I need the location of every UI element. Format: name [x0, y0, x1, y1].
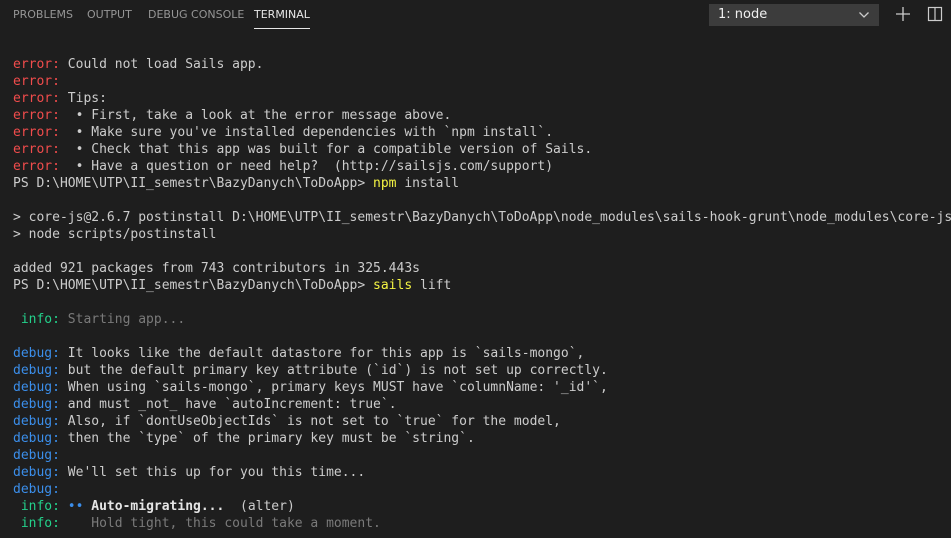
terminal-text: When using `sails-mongo`, primary keys M… [59, 380, 608, 395]
terminal-line: error: • Check that this app was built f… [0, 141, 951, 158]
terminal-text: It looks like the default datastore for … [59, 346, 585, 361]
terminal-error-text: error: [13, 74, 60, 89]
terminal-error-text: error: [13, 108, 60, 123]
terminal-text: lift [412, 278, 452, 293]
terminal-line: debug: [0, 481, 951, 498]
tab-debug-console[interactable]: DEBUG CONSOLE [148, 0, 244, 30]
terminal-select-dropdown[interactable]: 1: node [709, 4, 879, 26]
terminal-line: error: • Have a question or need help? (… [0, 158, 951, 175]
terminal-bold-text: Auto-migrating... [91, 499, 225, 514]
terminal-debug-text: debug: [13, 414, 60, 429]
terminal-error-text: error: [13, 57, 60, 72]
terminal-line: debug: but the default primary key attri… [0, 362, 951, 379]
terminal-line: added 921 packages from 743 contributors… [0, 260, 951, 277]
terminal-line: debug: and must _not_ have `autoIncremen… [0, 396, 951, 413]
terminal-debug-text: debug: [13, 346, 60, 361]
terminal-info-text: info: [13, 312, 60, 327]
tab-problems[interactable]: PROBLEMS [13, 0, 73, 30]
terminal-text: • First, take a look at the error messag… [59, 108, 452, 123]
terminal-info-text: info: [13, 499, 60, 514]
terminal-debug-text: debug: [13, 397, 60, 412]
terminal-text: then the `type` of the primary key must … [59, 431, 475, 446]
split-icon[interactable] [926, 5, 944, 23]
terminal-dim-text: Hold tight, this could take a moment. [59, 516, 381, 531]
terminal-text: PS D:\HOME\UTP\II_semestr\BazyDanych\ToD… [13, 278, 374, 293]
chevron-down-icon [859, 12, 869, 18]
terminal-panel: PROBLEMS OUTPUT DEBUG CONSOLE TERMINAL 1… [0, 0, 951, 538]
terminal-error-text: error: [13, 159, 60, 174]
terminal-line: debug: [0, 447, 951, 464]
terminal-line: debug: then the `type` of the primary ke… [0, 430, 951, 447]
terminal-line: debug: Also, if `dontUseObjectIds` is no… [0, 413, 951, 430]
terminal-error-text: error: [13, 142, 60, 157]
terminal-output[interactable]: error: Could not load Sails app. error: er… [0, 56, 951, 532]
terminal-debug-text: debug: [13, 363, 60, 378]
terminal-line: debug: It looks like the default datasto… [0, 345, 951, 362]
terminal-error-text: error: [13, 91, 60, 106]
panel-tab-bar: PROBLEMS OUTPUT DEBUG CONSOLE TERMINAL 1… [0, 0, 951, 30]
terminal-dim-text: Starting app... [59, 312, 186, 327]
terminal-text: > core-js@2.6.7 postinstall D:\HOME\UTP\… [13, 210, 951, 225]
terminal-text: (alter) [224, 499, 295, 514]
terminal-text: install [396, 176, 460, 191]
terminal-text: > node scripts/postinstall [13, 227, 217, 242]
terminal-text: Could not load Sails app. [59, 57, 264, 72]
terminal-debug-text: debug: [13, 448, 60, 463]
terminal-error-text: error: [13, 125, 60, 140]
terminal-line: PS D:\HOME\UTP\II_semestr\BazyDanych\ToD… [0, 175, 951, 192]
terminal-text: Also, if `dontUseObjectIds` is not set t… [59, 414, 561, 429]
terminal-text: • Check that this app was built for a co… [59, 142, 593, 157]
terminal-line: info: Starting app... [0, 311, 951, 328]
tab-output[interactable]: OUTPUT [87, 0, 132, 30]
terminal-debug-text: debug: [13, 380, 60, 395]
terminal-debug-text: debug: [13, 431, 60, 446]
terminal-line: error: Could not load Sails app. [0, 56, 951, 73]
terminal-debug-text: debug: [13, 465, 60, 480]
terminal-text: We'll set this up for you this time... [59, 465, 366, 480]
terminal-select-value: 1: node [718, 7, 768, 22]
terminal-line: PS D:\HOME\UTP\II_semestr\BazyDanych\ToD… [0, 277, 951, 294]
terminal-debug-text: debug: [13, 482, 60, 497]
terminal-text: PS D:\HOME\UTP\II_semestr\BazyDanych\ToD… [13, 176, 374, 191]
terminal-line: error: Tips: [0, 90, 951, 107]
terminal-line: debug: When using `sails-mongo`, primary… [0, 379, 951, 396]
terminal-text: and must _not_ have `autoIncrement: true… [59, 397, 397, 412]
terminal-dot-text: •• [59, 499, 92, 514]
terminal-text: added 921 packages from 743 contributors… [13, 261, 420, 276]
terminal-line: info: •• Auto-migrating... (alter) [0, 498, 951, 515]
terminal-text: Tips: [59, 91, 107, 106]
tab-terminal[interactable]: TERMINAL [254, 0, 310, 30]
terminal-line: error: [0, 73, 951, 90]
terminal-text: • Make sure you've installed dependencie… [59, 125, 554, 140]
terminal-text: • Have a question or need help? (http://… [59, 159, 554, 174]
terminal-line: > node scripts/postinstall [0, 226, 951, 243]
terminal-cmd-text: npm [373, 176, 397, 191]
terminal-text: but the default primary key attribute (`… [59, 363, 608, 378]
terminal-line: error: • First, take a look at the error… [0, 107, 951, 124]
terminal-line: > core-js@2.6.7 postinstall D:\HOME\UTP\… [0, 209, 951, 226]
terminal-line: info: Hold tight, this could take a mome… [0, 515, 951, 532]
terminal-info-text: info: [13, 516, 60, 531]
terminal-line: debug: We'll set this up for you this ti… [0, 464, 951, 481]
terminal-line: error: • Make sure you've installed depe… [0, 124, 951, 141]
terminal-cmd-text: sails [373, 278, 413, 293]
plus-icon[interactable] [894, 5, 912, 23]
